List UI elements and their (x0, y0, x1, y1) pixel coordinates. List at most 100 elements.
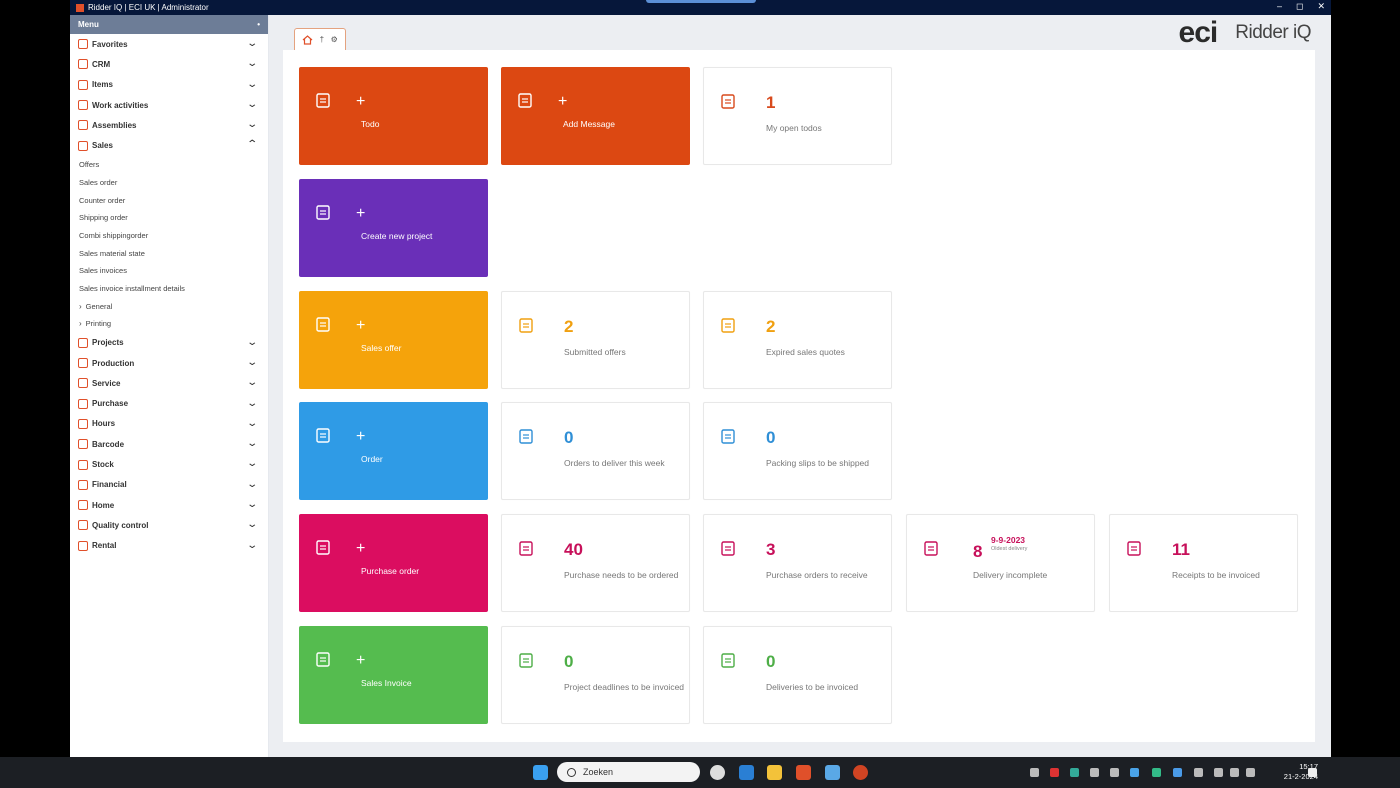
title-bar: Ridder IQ | ECI UK | Administrator – ◻ ✕ (70, 0, 1331, 15)
sidebar-subitem-sales-material-state[interactable]: Sales material state (70, 244, 268, 262)
tile-submitted-offers[interactable]: 2 Submitted offers (501, 291, 690, 389)
tile-sales-offer[interactable]: + Sales offer (299, 291, 488, 389)
tile-order[interactable]: + Order (299, 402, 488, 500)
chevron-down-icon[interactable]: ⌄ (246, 398, 258, 409)
chevron-down-icon[interactable]: ⌄ (246, 119, 258, 130)
sidebar-item-label: Hours (92, 419, 116, 429)
sidebar-item-service[interactable]: Service ⌄ (70, 373, 268, 393)
chevron-down-icon[interactable]: ⌄ (246, 458, 258, 469)
taskbar-search[interactable]: Zoeken (557, 762, 700, 782)
tile-todo[interactable]: + Todo (299, 67, 488, 165)
sidebar-item-hours[interactable]: Hours ⌄ (70, 414, 268, 434)
bluetooth-icon[interactable] (1173, 768, 1182, 777)
tile-packing-slips[interactable]: 0 Packing slips to be shipped (703, 402, 892, 500)
tray-icon[interactable] (1070, 768, 1079, 777)
tray-icon[interactable] (1030, 768, 1039, 777)
tray-icon[interactable] (1152, 768, 1161, 777)
wifi-icon[interactable] (1214, 768, 1223, 777)
minimize-button[interactable]: – (1277, 1, 1282, 12)
tile-label: Add Message (563, 119, 615, 129)
sidebar-item-quality-control[interactable]: Quality control ⌄ (70, 515, 268, 535)
tile-purchase-order[interactable]: + Purchase order (299, 514, 488, 612)
tile-deliveries-invoiced[interactable]: 0 Deliveries to be invoiced (703, 626, 892, 724)
tile-add-message[interactable]: + Add Message (501, 67, 690, 165)
restore-button[interactable]: ◻ (1296, 1, 1303, 12)
outlook-icon[interactable] (739, 765, 754, 780)
explorer-icon[interactable] (767, 765, 782, 780)
tile-project-deadlines[interactable]: 0 Project deadlines to be invoiced (501, 626, 690, 724)
sidebar-subitem-sales-invoices[interactable]: Sales invoices (70, 262, 268, 280)
onedrive-icon[interactable] (1130, 768, 1139, 777)
chevron-down-icon[interactable]: ⌄ (246, 38, 258, 49)
tile-receipts-invoiced[interactable]: 11 Receipts to be invoiced (1109, 514, 1298, 612)
sidebar-subitem-sales-order[interactable]: Sales order (70, 173, 268, 191)
chevron-down-icon[interactable]: ⌄ (246, 58, 258, 69)
chevron-up-icon[interactable]: ⌃ (246, 139, 258, 150)
close-button[interactable]: ✕ (1317, 1, 1325, 12)
mic-icon[interactable] (1194, 768, 1203, 777)
chevron-down-icon[interactable]: ⌄ (246, 377, 258, 388)
gear-icon[interactable]: ⚙ (331, 35, 338, 44)
tile-purchase-needs[interactable]: 40 Purchase needs to be ordered (501, 514, 690, 612)
service-icon (78, 378, 88, 389)
sidebar-item-rental[interactable]: Rental ⌄ (70, 536, 268, 556)
battery-icon[interactable] (1246, 768, 1255, 777)
chevron-down-icon[interactable]: ⌄ (246, 79, 258, 90)
sidebar-subgroup-general[interactable]: › General (70, 297, 268, 315)
sidebar-item-crm[interactable]: CRM ⌄ (70, 54, 268, 74)
chevron-down-icon[interactable]: ⌄ (246, 438, 258, 449)
tile-po-receive[interactable]: 3 Purchase orders to receive (703, 514, 892, 612)
sidebar-subitem-counter-order[interactable]: Counter order (70, 191, 268, 209)
sidebar-item-items[interactable]: Items ⌄ (70, 75, 268, 95)
volume-icon[interactable] (1230, 768, 1239, 777)
chevron-down-icon[interactable]: ⌄ (246, 418, 258, 429)
sidebar-subgroup-printing[interactable]: › Printing (70, 315, 268, 333)
sidebar-item-sales[interactable]: Sales ⌃ (70, 135, 268, 155)
tray-icon[interactable] (1050, 768, 1059, 777)
powerpoint-icon[interactable] (853, 765, 868, 780)
sidebar-subitem-offers[interactable]: Offers (70, 156, 268, 174)
chevron-down-icon[interactable]: ⌄ (246, 337, 258, 348)
chevron-down-icon[interactable]: ⌄ (246, 540, 258, 551)
phone-icon (518, 93, 532, 108)
tray-icon[interactable] (1110, 768, 1119, 777)
sidebar-item-production[interactable]: Production ⌄ (70, 353, 268, 373)
pin-tab-icon[interactable]: † (320, 35, 324, 44)
chevron-down-icon[interactable]: ⌄ (246, 99, 258, 110)
document-icon (316, 428, 330, 443)
sidebar-item-work-activities[interactable]: Work activities ⌄ (70, 95, 268, 115)
chevron-down-icon[interactable]: ⌄ (246, 479, 258, 490)
sidebar-subitem-sales-invoice-installment-details[interactable]: Sales invoice installment details (70, 280, 268, 298)
app-icon-2[interactable] (825, 765, 840, 780)
sidebar-subitem-shipping-order[interactable]: Shipping order (70, 209, 268, 227)
sidebar-item-purchase[interactable]: Purchase ⌄ (70, 394, 268, 414)
tile-sales-invoice[interactable]: + Sales Invoice (299, 626, 488, 724)
tile-my-open-todos[interactable]: 1 My open todos (703, 67, 892, 165)
tab-home[interactable]: † ⚙ (294, 28, 346, 50)
tile-create-project[interactable]: + Create new project (299, 179, 488, 277)
ridder-icon[interactable] (796, 765, 811, 780)
chevron-down-icon[interactable]: ⌄ (246, 499, 258, 510)
sidebar-item-financial[interactable]: Financial ⌄ (70, 475, 268, 495)
sidebar-item-favorites[interactable]: Favorites ⌄ (70, 34, 268, 54)
app-icon-1[interactable] (710, 765, 725, 780)
stock-icon (78, 459, 88, 470)
invoice-icon (316, 652, 330, 667)
sidebar-item-home[interactable]: Home ⌄ (70, 495, 268, 515)
sidebar-subitem-combi-shippingorder[interactable]: Combi shippingorder (70, 227, 268, 245)
tile-orders-deliver[interactable]: 0 Orders to deliver this week (501, 402, 690, 500)
sidebar-item-stock[interactable]: Stock ⌄ (70, 454, 268, 474)
sidebar-item-barcode[interactable]: Barcode ⌄ (70, 434, 268, 454)
notification-icon[interactable] (1308, 768, 1317, 777)
sidebar-item-label: Favorites (92, 39, 128, 49)
tray-icon[interactable] (1090, 768, 1099, 777)
sidebar-item-projects[interactable]: Projects ⌄ (70, 333, 268, 353)
tile-expired-quotes[interactable]: 2 Expired sales quotes (703, 291, 892, 389)
sidebar-item-label: Service (92, 378, 121, 388)
pin-icon[interactable]: • (257, 20, 260, 29)
chevron-down-icon[interactable]: ⌄ (246, 519, 258, 530)
chevron-down-icon[interactable]: ⌄ (246, 357, 258, 368)
sidebar-item-assemblies[interactable]: Assemblies ⌄ (70, 115, 268, 135)
windows-start-icon[interactable] (533, 765, 548, 780)
tile-delivery-incomplete[interactable]: 8 9-9-2023 Oldest delivery Delivery incompl… (906, 514, 1095, 612)
